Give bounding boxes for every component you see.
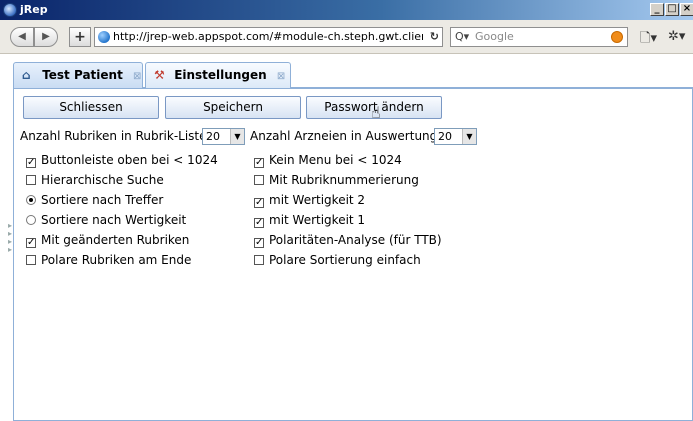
window-title: jRep: [20, 3, 48, 16]
minimize-button[interactable]: _: [650, 3, 664, 16]
tab-bar: ⌂ Test Patient ⊠ ⚒ Einstellungen ⊠: [13, 62, 693, 88]
option-sortiere-wertigkeit[interactable]: Sortiere nach Wertigkeit: [26, 213, 186, 227]
window-title-bar: jRep _ □ ×: [0, 0, 693, 20]
radio-selected[interactable]: [26, 195, 36, 205]
option-geaenderte-rubriken[interactable]: ✓ Mit geänderten Rubriken: [26, 233, 189, 248]
option-hierarchische-suche[interactable]: Hierarchische Suche: [26, 173, 164, 187]
splitter-handle[interactable]: ▸ ▸ ▸ ▸: [8, 222, 12, 254]
browser-toolbar: ◀ ▶ + http://jrep-web.appspot.com/#modul…: [0, 20, 693, 54]
option-label: Polaritäten-Analyse (für TTB): [269, 233, 442, 247]
option-wertigkeit-2[interactable]: ✓ mit Wertigkeit 2: [254, 193, 365, 208]
close-button[interactable]: Schliessen: [23, 96, 159, 119]
chevron-down-icon: ▼: [230, 129, 244, 144]
checkbox-checked[interactable]: ✓: [26, 158, 36, 168]
checkbox-unchecked[interactable]: [26, 255, 36, 265]
option-label: Sortiere nach Treffer: [41, 193, 164, 207]
option-label: Kein Menu bei < 1024: [269, 153, 402, 167]
rubrik-count-select[interactable]: 20 ▼: [202, 128, 245, 145]
forward-arrow-icon[interactable]: ▶: [34, 27, 58, 47]
radio-unselected[interactable]: [26, 215, 36, 225]
close-tab-icon[interactable]: ⊠: [277, 65, 285, 89]
chevron-down-icon: ▼: [462, 129, 476, 144]
option-label: Hierarchische Suche: [41, 173, 164, 187]
option-polare-sortierung[interactable]: Polare Sortierung einfach: [254, 253, 421, 267]
address-bar[interactable]: http://jrep-web.appspot.com/#module-ch.s…: [94, 27, 443, 47]
search-placeholder: Google: [475, 30, 514, 43]
option-polare-rubriken[interactable]: Polare Rubriken am Ende: [26, 253, 191, 267]
checkbox-checked[interactable]: ✓: [254, 198, 264, 208]
checkbox-unchecked[interactable]: [254, 175, 264, 185]
arznei-count-value: 20: [438, 130, 452, 143]
site-globe-icon: [98, 31, 110, 43]
option-label: Polare Rubriken am Ende: [41, 253, 192, 267]
option-kein-menu[interactable]: ✓ Kein Menu bei < 1024: [254, 153, 402, 168]
option-label: mit Wertigkeit 2: [269, 193, 366, 207]
settings-panel: Schliessen Speichern Passwort ändern Anz…: [13, 88, 693, 421]
arznei-count-label: Anzahl Arzneien in Auswertung: [250, 129, 438, 143]
page-menu-icon[interactable]: 🗋▾: [640, 29, 657, 51]
checkbox-unchecked[interactable]: [26, 175, 36, 185]
tab-label: Einstellungen: [174, 68, 267, 82]
arznei-count-select[interactable]: 20 ▼: [434, 128, 477, 145]
home-icon: ⌂: [22, 68, 31, 82]
tab-test-patient[interactable]: ⌂ Test Patient ⊠: [13, 62, 143, 88]
search-engine-icon: [611, 31, 623, 43]
option-polaritaeten-analyse[interactable]: ✓ Polaritäten-Analyse (für TTB): [254, 233, 442, 248]
hand-cursor-icon: ☝: [371, 103, 381, 122]
option-wertigkeit-1[interactable]: ✓ mit Wertigkeit 1: [254, 213, 365, 228]
rubrik-count-value: 20: [206, 130, 220, 143]
option-label: Mit geänderten Rubriken: [41, 233, 190, 247]
option-label: mit Wertigkeit 1: [269, 213, 366, 227]
settings-icon: ⚒: [154, 68, 165, 82]
tab-label: Test Patient: [42, 68, 123, 82]
option-rubriknummerierung[interactable]: Mit Rubriknummerierung: [254, 173, 419, 187]
option-label: Polare Sortierung einfach: [269, 253, 421, 267]
option-label: Mit Rubriknummerierung: [269, 173, 419, 187]
close-window-button[interactable]: ×: [680, 3, 693, 16]
checkbox-checked[interactable]: ✓: [254, 238, 264, 248]
checkbox-checked[interactable]: ✓: [254, 218, 264, 228]
maximize-button[interactable]: □: [665, 3, 679, 16]
gear-icon[interactable]: ✲▾: [668, 29, 685, 44]
search-icon: Q▾: [455, 30, 470, 43]
close-tab-icon[interactable]: ⊠: [133, 65, 141, 89]
back-arrow-icon[interactable]: ◀: [10, 27, 34, 47]
checkbox-unchecked[interactable]: [254, 255, 264, 265]
checkbox-checked[interactable]: ✓: [254, 158, 264, 168]
option-label: Buttonleiste oben bei < 1024: [41, 153, 218, 167]
option-label: Sortiere nach Wertigkeit: [41, 213, 187, 227]
option-buttonleiste[interactable]: ✓ Buttonleiste oben bei < 1024: [26, 153, 218, 168]
reload-icon[interactable]: ↻: [430, 28, 439, 46]
save-button[interactable]: Speichern: [165, 96, 301, 119]
url-text: http://jrep-web.appspot.com/#module-ch.s…: [113, 30, 423, 43]
search-input[interactable]: Q▾ Google: [450, 27, 628, 47]
tab-einstellungen[interactable]: ⚒ Einstellungen ⊠: [145, 62, 291, 88]
checkbox-checked[interactable]: ✓: [26, 238, 36, 248]
new-tab-button[interactable]: +: [69, 27, 91, 47]
option-sortiere-treffer[interactable]: Sortiere nach Treffer: [26, 193, 163, 207]
rubrik-count-label: Anzahl Rubriken in Rubrik-Liste: [20, 129, 207, 143]
app-globe-icon: [3, 3, 17, 17]
